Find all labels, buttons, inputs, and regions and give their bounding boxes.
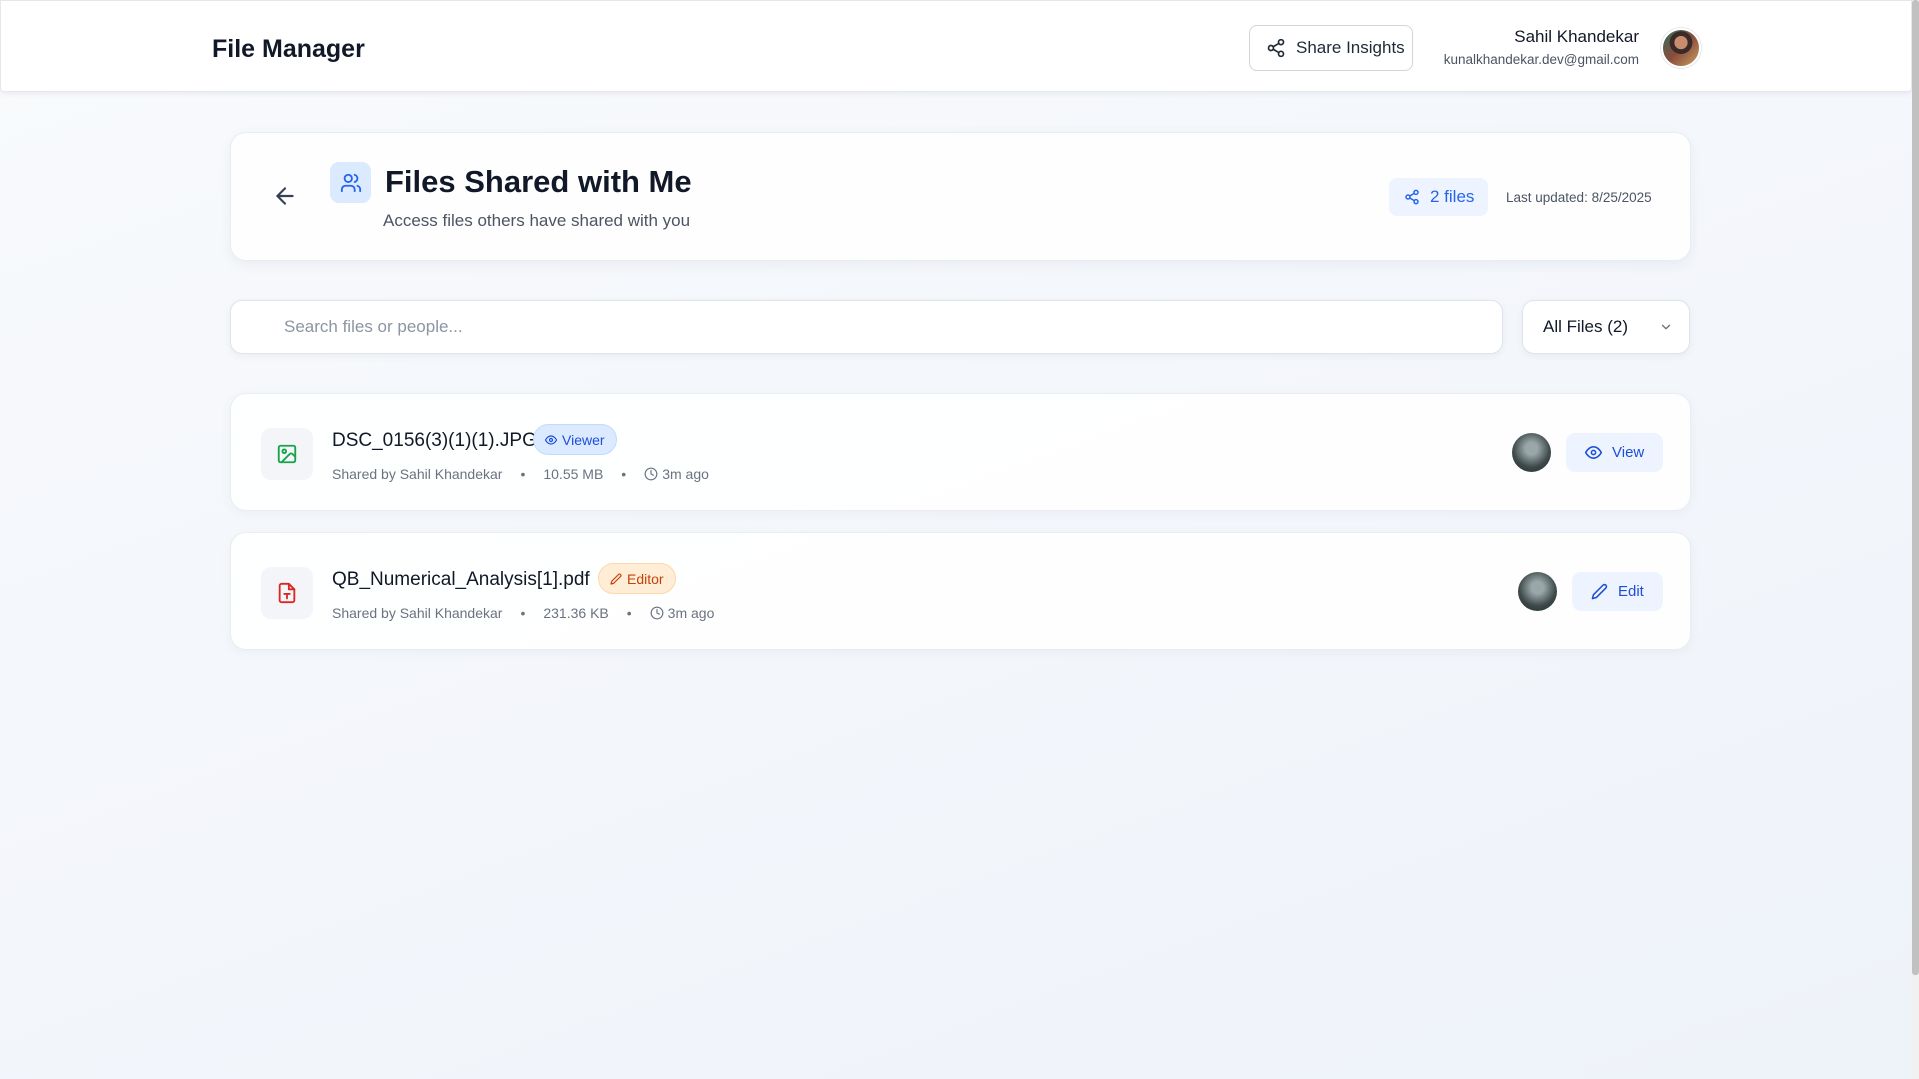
file-size: 231.36 KB bbox=[543, 605, 609, 621]
pencil-icon bbox=[1591, 583, 1608, 600]
top-header: File Manager Share Insights Sahil Khande… bbox=[0, 0, 1912, 92]
role-label: Editor bbox=[627, 570, 664, 587]
user-email: kunalkhandekar.dev@gmail.com bbox=[1443, 52, 1639, 67]
share-insights-label: Share Insights bbox=[1296, 38, 1405, 57]
share-icon bbox=[1405, 189, 1419, 205]
file-size: 10.55 MB bbox=[543, 466, 604, 482]
share-icon bbox=[1267, 38, 1285, 58]
chevron-down-icon bbox=[1661, 324, 1671, 330]
file-meta: Shared by Sahil Khandekar • 231.36 KB • … bbox=[332, 605, 714, 621]
pencil-icon bbox=[610, 573, 622, 585]
eye-icon bbox=[545, 434, 557, 445]
image-file-icon bbox=[277, 444, 297, 464]
separator-dot: • bbox=[621, 466, 627, 482]
file-meta: Shared by Sahil Khandekar • 10.55 MB • 3… bbox=[332, 466, 709, 482]
pdf-file-icon bbox=[278, 582, 296, 604]
page-header-card: Files Shared with Me Access files others… bbox=[230, 132, 1691, 261]
search-box bbox=[230, 300, 1503, 354]
owner-avatar bbox=[1518, 572, 1557, 611]
edit-button[interactable]: Edit bbox=[1572, 572, 1663, 611]
file-icon-box bbox=[261, 567, 313, 619]
shared-time: 3m ago bbox=[662, 466, 709, 482]
filter-selected-value: All Files (2) bbox=[1543, 317, 1629, 336]
users-icon-box bbox=[330, 162, 371, 203]
search-input[interactable] bbox=[231, 301, 1502, 353]
back-arrow-icon[interactable] bbox=[272, 183, 298, 209]
shared-by: Shared by Sahil Khandekar bbox=[332, 466, 503, 482]
scrollbar-track[interactable] bbox=[1912, 0, 1919, 1079]
shared-time: 3m ago bbox=[667, 605, 715, 621]
clock-icon bbox=[644, 467, 658, 481]
role-label: Viewer bbox=[562, 431, 605, 448]
user-info: Sahil Khandekar kunalkhandekar.dev@gmail… bbox=[1444, 27, 1639, 67]
files-count-badge: 2 files bbox=[1389, 178, 1488, 216]
scrollbar-thumb[interactable] bbox=[1912, 0, 1919, 975]
user-name: Sahil Khandekar bbox=[1514, 27, 1639, 46]
users-icon bbox=[340, 173, 361, 192]
separator-dot: • bbox=[520, 605, 526, 621]
shared-by: Shared by Sahil Khandekar bbox=[332, 605, 503, 621]
view-button-label: View bbox=[1612, 444, 1645, 461]
file-icon-box bbox=[261, 428, 313, 480]
file-row[interactable]: DSC_0156(3)(1)(1).JPG Viewer Shared by S… bbox=[230, 393, 1691, 511]
separator-dot: • bbox=[520, 466, 526, 482]
separator-dot: • bbox=[626, 605, 632, 621]
file-filter-select[interactable]: All Files (2) bbox=[1522, 300, 1690, 354]
page-subtitle: Access files others have shared with you bbox=[383, 211, 691, 230]
file-name[interactable]: DSC_0156(3)(1)(1).JPG bbox=[332, 430, 537, 452]
clock-icon bbox=[650, 606, 664, 620]
file-row[interactable]: QB_Numerical_Analysis[1].pdf Editor Shar… bbox=[230, 532, 1691, 650]
file-name[interactable]: QB_Numerical_Analysis[1].pdf bbox=[332, 569, 590, 591]
files-count-label: 2 files bbox=[1430, 187, 1475, 206]
role-badge-viewer: Viewer bbox=[533, 424, 617, 455]
share-insights-button[interactable]: Share Insights bbox=[1249, 25, 1413, 71]
edit-button-label: Edit bbox=[1618, 583, 1644, 600]
owner-avatar bbox=[1512, 433, 1551, 472]
role-badge-editor: Editor bbox=[598, 563, 676, 594]
eye-icon bbox=[1585, 446, 1602, 459]
user-avatar[interactable] bbox=[1661, 28, 1701, 68]
last-updated-text: Last updated: 8/25/2025 bbox=[1506, 190, 1652, 205]
view-button[interactable]: View bbox=[1566, 433, 1664, 472]
page-title: Files Shared with Me bbox=[385, 164, 692, 199]
app-title: File Manager bbox=[212, 35, 365, 63]
